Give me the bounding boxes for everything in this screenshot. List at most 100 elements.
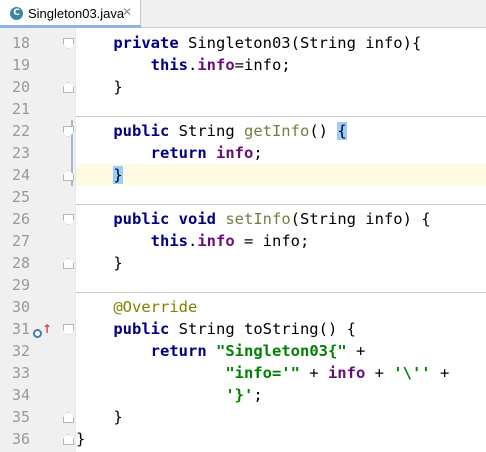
code-token: Singleton03(String info){ [178,34,422,52]
fold-expand-icon[interactable] [63,324,74,335]
code-token: { [337,122,347,140]
code-line[interactable]: } [76,406,123,428]
line-number: 29 [11,276,30,294]
code-token: info [327,364,366,382]
code-token: } [76,78,123,96]
overrides-method-icon[interactable] [33,329,42,338]
code-token: + [430,364,450,382]
code-token: (String info) { [290,210,431,228]
line-number: 36 [11,430,30,448]
tab-singleton03-java[interactable]: C Singleton03.java ✕ [0,0,141,28]
line-number: 32 [11,342,30,360]
code-token: . [187,56,198,74]
code-token: "info='" [225,364,300,382]
fold-end-icon[interactable] [63,412,74,423]
code-token: this [150,232,188,250]
caret-line-highlight [76,164,486,186]
code-line[interactable]: @Override [76,296,197,318]
fold-end-icon[interactable] [63,258,74,269]
line-number: 33 [11,364,30,382]
code-token: this [150,56,188,74]
method-separator [76,292,486,293]
code-line[interactable]: public String toString() { [76,318,356,340]
code-token: + [346,342,366,360]
code-token: setInfo [225,210,291,228]
fold-end-icon[interactable] [63,82,74,93]
tab-title: Singleton03.java [28,6,125,21]
code-line[interactable]: } [76,164,123,186]
code-line[interactable]: private Singleton03(String info){ [76,32,421,54]
line-number: 18 [11,34,30,52]
code-line[interactable]: public String getInfo() { [76,120,347,142]
code-token: String toString() { [169,320,356,338]
code-token: . [187,232,198,250]
code-token: } [76,254,123,272]
line-number: 35 [11,408,30,426]
code-token: ; [253,386,263,404]
fold-expand-icon[interactable] [63,38,74,49]
code-line[interactable]: '}'; [76,384,263,406]
line-number: 26 [11,210,30,228]
code-line[interactable]: this.info = info; [76,230,310,252]
code-line[interactable]: } [76,76,123,98]
code-token: + [365,364,394,382]
fold-end-icon[interactable] [63,434,74,445]
code-token: () [309,122,338,140]
code-line[interactable]: this.info=info; [76,54,291,76]
line-number: 25 [11,188,30,206]
java-class-icon: C [10,7,23,20]
code-token: getInfo [243,122,310,140]
line-number: 34 [11,386,30,404]
code-token: info [197,232,235,250]
line-number: 28 [11,254,30,272]
code-token: @Override [113,298,198,316]
code-line[interactable]: "info='" + info + '\'' + [76,362,449,384]
line-number: 19 [11,56,30,74]
go-to-super-method-icon[interactable]: ↑ [42,323,52,335]
code-token: } [76,408,123,426]
line-number: 30 [11,298,30,316]
line-number: 27 [11,232,30,250]
code-editor[interactable]: ↑ 18 private Singleton03(String info){ 19… [0,28,486,452]
code-token: info [197,56,235,74]
code-token: return [150,144,207,162]
fold-expand-icon[interactable] [63,214,74,225]
line-number: 20 [11,78,30,96]
code-token: '\'' [393,364,431,382]
code-token: public [113,122,170,140]
code-token: } [113,166,123,184]
code-line[interactable]: public void setInfo(String info) { [76,208,431,230]
code-token: =info; [234,56,291,74]
line-number: 23 [11,144,30,162]
code-token: '}' [225,386,254,404]
code-token: + [299,364,328,382]
code-line[interactable]: return info; [76,142,263,164]
code-token: ; [253,144,263,162]
close-tab-icon[interactable]: ✕ [122,5,132,19]
fold-expand-icon[interactable] [63,126,74,137]
fold-end-icon[interactable] [63,170,74,181]
code-token: = info; [234,232,310,250]
code-line[interactable]: } [76,252,123,274]
method-separator [76,116,486,117]
code-token: private [113,34,179,52]
code-token: String [169,122,244,140]
code-line[interactable]: return "Singleton03{" + [76,340,366,362]
code-line[interactable]: } [76,428,85,450]
code-token: info [216,144,254,162]
line-number: 31 [11,320,30,338]
code-token: } [76,430,86,448]
code-token: return [150,342,207,360]
